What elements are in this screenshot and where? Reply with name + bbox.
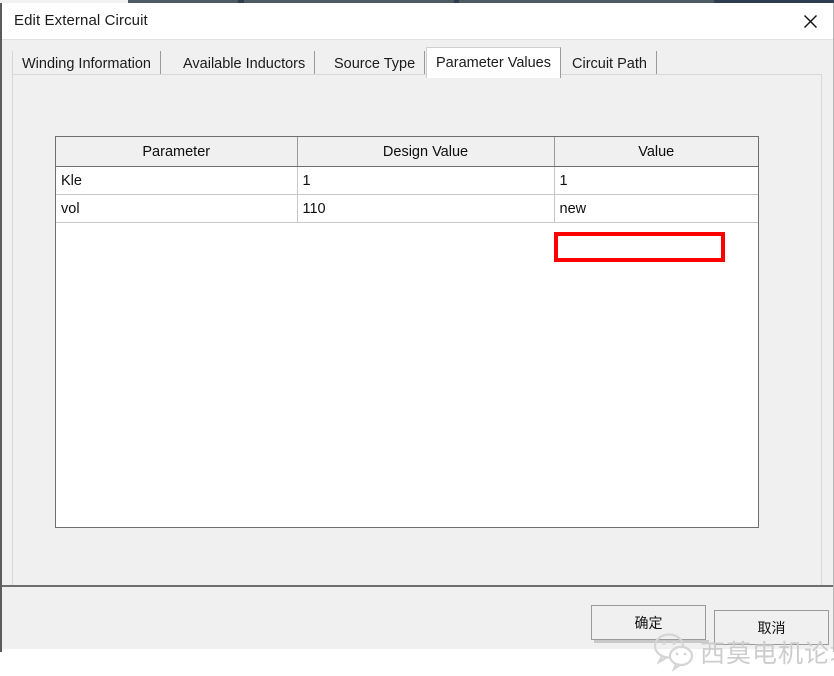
tab-label: Circuit Path <box>572 56 647 72</box>
edit-external-circuit-dialog: Edit External Circuit Winding Informatio… <box>0 0 834 672</box>
cell-empty <box>297 222 555 223</box>
cell-empty <box>56 222 298 223</box>
table-row[interactable]: vol 110 new <box>56 194 758 223</box>
column-header-parameter[interactable]: Parameter <box>56 137 298 167</box>
tab-parameter-values[interactable]: Parameter Values <box>426 47 561 78</box>
cell-parameter[interactable]: vol <box>56 194 298 223</box>
table-row[interactable]: Kle 1 1 <box>56 166 758 195</box>
cell-empty <box>554 222 758 223</box>
close-icon <box>803 14 817 28</box>
close-button[interactable] <box>787 3 833 39</box>
dialog-body: Winding Information Available Inductors … <box>2 40 834 672</box>
parameter-values-table[interactable]: Parameter Design Value Value Kle 1 1 vol… <box>55 136 759 528</box>
column-header-value[interactable]: Value <box>554 137 758 167</box>
tab-label: Available Inductors <box>183 56 306 72</box>
ok-button-label: 确定 <box>634 615 663 632</box>
tab-label: Source Type <box>334 56 416 72</box>
table-empty-area <box>56 222 758 223</box>
cell-parameter[interactable]: Kle <box>56 166 298 195</box>
ok-button[interactable]: 确定 <box>591 605 706 640</box>
footer-divider <box>2 585 833 587</box>
tab-label: Parameter Values <box>436 55 551 71</box>
cancel-button-label: 取消 <box>757 620 786 637</box>
cell-value[interactable]: 1 <box>554 166 758 195</box>
window-title: Edit External Circuit <box>14 12 148 29</box>
tab-label: Winding Information <box>22 56 151 72</box>
tab-strip: Winding Information Available Inductors … <box>12 47 822 78</box>
title-bar: Edit External Circuit <box>2 3 833 40</box>
cancel-button[interactable]: 取消 <box>714 610 829 645</box>
table-header-row: Parameter Design Value Value <box>56 137 758 167</box>
column-header-design-value[interactable]: Design Value <box>297 137 555 167</box>
cell-design-value[interactable]: 110 <box>297 194 555 223</box>
cell-value-editing[interactable]: new <box>554 194 758 223</box>
ok-button-shadow <box>594 640 709 643</box>
cell-design-value[interactable]: 1 <box>297 166 555 195</box>
